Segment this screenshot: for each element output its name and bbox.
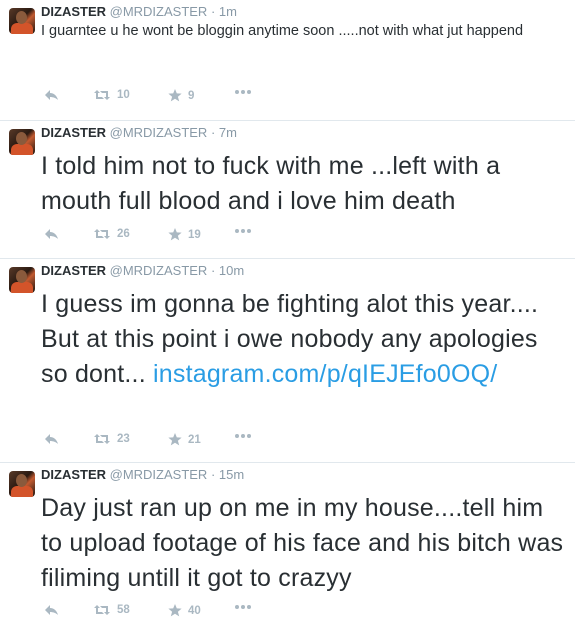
user-handle[interactable]: @MRDIZASTER bbox=[110, 125, 208, 140]
user-handle[interactable]: @MRDIZASTER bbox=[110, 467, 208, 482]
more-icon bbox=[235, 605, 251, 609]
retweet-icon bbox=[94, 90, 110, 100]
tweet[interactable]: DIZASTER @MRDIZASTER · 1m I guarntee u h… bbox=[0, 0, 575, 121]
more-icon bbox=[235, 229, 251, 233]
user-handle[interactable]: @MRDIZASTER bbox=[110, 263, 208, 278]
tweet-header: DIZASTER @MRDIZASTER · 1m bbox=[41, 4, 237, 20]
separator-dot: · bbox=[210, 467, 216, 482]
retweet-count: 26 bbox=[117, 228, 130, 240]
reply-button[interactable] bbox=[44, 228, 59, 240]
favorite-button[interactable]: 40 bbox=[168, 604, 201, 617]
retweet-button[interactable]: 26 bbox=[93, 228, 130, 240]
tweet-text: I guess im gonna be fighting alot this y… bbox=[41, 287, 571, 392]
tweet[interactable]: DIZASTER @MRDIZASTER · 7m I told him not… bbox=[0, 121, 575, 259]
separator-dot: · bbox=[210, 4, 216, 19]
user-name[interactable]: DIZASTER bbox=[41, 263, 106, 278]
retweet-button[interactable]: 10 bbox=[93, 89, 130, 101]
star-icon bbox=[168, 228, 182, 241]
user-name[interactable]: DIZASTER bbox=[41, 4, 106, 19]
timestamp[interactable]: 10m bbox=[219, 263, 244, 278]
retweet-icon bbox=[94, 605, 110, 615]
favorite-count: 9 bbox=[188, 89, 195, 102]
retweet-button[interactable]: 23 bbox=[93, 433, 130, 445]
tweet[interactable]: DIZASTER @MRDIZASTER · 10m I guess im go… bbox=[0, 259, 575, 463]
star-icon bbox=[168, 89, 182, 102]
retweet-count: 58 bbox=[117, 604, 130, 616]
avatar[interactable] bbox=[9, 267, 35, 293]
favorite-count: 19 bbox=[188, 228, 201, 241]
tweet-link[interactable]: instagram.com/p/qIEJEfo0OQ/ bbox=[153, 360, 497, 388]
favorite-count: 40 bbox=[188, 604, 201, 617]
tweet[interactable]: DIZASTER @MRDIZASTER · 15m Day just ran … bbox=[0, 463, 575, 629]
more-button[interactable] bbox=[234, 433, 252, 439]
retweet-button[interactable]: 58 bbox=[93, 604, 130, 616]
timestamp[interactable]: 15m bbox=[219, 467, 244, 482]
reply-button[interactable] bbox=[44, 433, 59, 445]
user-name[interactable]: DIZASTER bbox=[41, 467, 106, 482]
retweet-icon bbox=[94, 434, 110, 444]
user-handle[interactable]: @MRDIZASTER bbox=[110, 4, 208, 19]
star-icon bbox=[168, 604, 182, 617]
separator-dot: · bbox=[210, 125, 216, 140]
avatar[interactable] bbox=[9, 129, 35, 155]
timestamp[interactable]: 1m bbox=[219, 4, 237, 19]
more-icon bbox=[235, 434, 251, 438]
more-button[interactable] bbox=[234, 89, 252, 95]
reply-button[interactable] bbox=[44, 604, 59, 616]
timestamp[interactable]: 7m bbox=[219, 125, 237, 140]
favorite-button[interactable]: 9 bbox=[168, 89, 194, 102]
tweet-header: DIZASTER @MRDIZASTER · 15m bbox=[41, 467, 244, 483]
reply-icon bbox=[45, 434, 58, 444]
reply-button[interactable] bbox=[44, 89, 59, 101]
reply-icon bbox=[45, 229, 58, 239]
tweet-feed: DIZASTER @MRDIZASTER · 1m I guarntee u h… bbox=[0, 0, 575, 629]
tweet-text: I told him not to fuck with me ...left w… bbox=[41, 152, 501, 215]
tweet-header: DIZASTER @MRDIZASTER · 7m bbox=[41, 125, 237, 141]
favorite-count: 21 bbox=[188, 433, 201, 446]
user-name[interactable]: DIZASTER bbox=[41, 125, 106, 140]
avatar[interactable] bbox=[9, 471, 35, 497]
star-icon bbox=[168, 433, 182, 446]
tweet-text: Day just ran up on me in my house....tel… bbox=[41, 494, 564, 592]
retweet-count: 10 bbox=[117, 89, 130, 101]
tweet-text: I guarntee u he wont be bloggin anytime … bbox=[41, 23, 524, 39]
retweet-icon bbox=[94, 229, 110, 239]
favorite-button[interactable]: 19 bbox=[168, 228, 201, 241]
more-icon bbox=[235, 90, 251, 94]
separator-dot: · bbox=[210, 263, 216, 278]
reply-icon bbox=[45, 605, 58, 615]
avatar[interactable] bbox=[9, 8, 35, 34]
reply-icon bbox=[45, 90, 58, 100]
retweet-count: 23 bbox=[117, 433, 130, 445]
more-button[interactable] bbox=[234, 228, 252, 234]
more-button[interactable] bbox=[234, 604, 252, 610]
favorite-button[interactable]: 21 bbox=[168, 433, 201, 446]
tweet-header: DIZASTER @MRDIZASTER · 10m bbox=[41, 263, 244, 279]
